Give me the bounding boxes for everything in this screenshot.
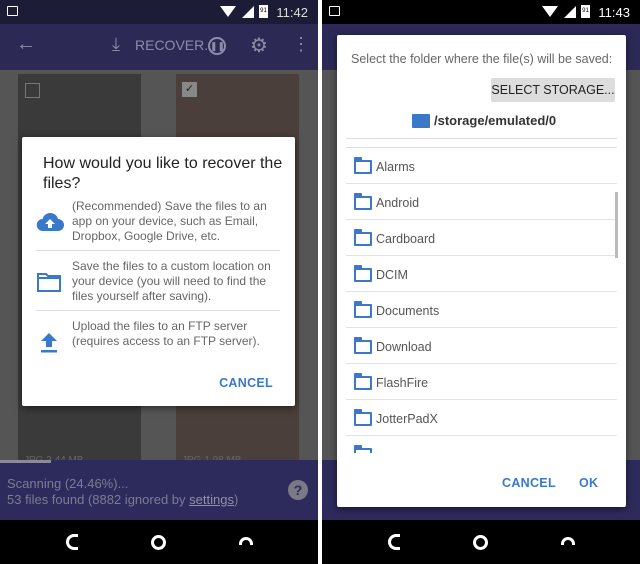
dialog-title: How would you like to recover the files? [43,155,283,192]
signal-icon [564,6,576,18]
recover-method-dialog: How would you like to recover the files?… [22,137,295,406]
option-text: Upload the files to an FTP server (requi… [72,319,260,348]
folder-icon [354,373,372,390]
folder-name: Android [376,196,420,210]
folder-item[interactable] [346,436,617,453]
folder-name: JotterPadX [376,412,438,426]
nav-bar [0,520,318,564]
back-arrow-icon[interactable]: ← [16,33,36,56]
folder-icon [36,271,64,297]
left-screen: 91 11:42 ← ⤓ RECOVER... ❚❚ ⚙ ⋮ JPG 2.44 … [0,0,318,564]
dialog-message: Select the folder where the file(s) will… [351,52,613,66]
scan-status-panel: Scanning (24.46%)... 53 files found (888… [0,460,318,520]
files-found-text: 53 files found (8882 ignored by settings… [7,492,238,507]
scanning-text: Scanning (24.46%)... [7,476,129,491]
wifi-icon [542,6,558,17]
folder-list[interactable]: Alarms Android Cardboard DCIM Documents Downl… [346,148,617,453]
folder-name: Alarms [376,160,415,174]
option-ftp[interactable]: Upload the files to an FTP server (requi… [36,319,280,371]
upload-icon [36,331,64,357]
folder-icon [354,337,372,354]
nav-bar [322,520,640,564]
folder-picker-dialog: Select the folder where the file(s) will… [337,35,626,507]
folder-icon [354,157,372,174]
download-icon[interactable]: ⤓ [112,34,120,55]
nav-home-icon[interactable] [151,535,166,550]
battery-icon: 91 [581,5,590,18]
current-path: /storage/emulated/0 [434,113,557,128]
folder-item[interactable]: DCIM [346,256,617,292]
folder-item[interactable]: JotterPadX [346,400,617,436]
settings-link[interactable]: settings [189,492,234,507]
scan-progress-bar [0,460,51,463]
folder-icon [412,114,430,128]
nav-back-icon[interactable] [66,534,78,550]
status-bar: 91 11:43 [322,0,640,24]
gear-icon[interactable]: ⚙ [250,33,268,58]
image-notification-icon [7,6,18,16]
battery-icon: 91 [259,5,268,18]
nav-recents-icon[interactable] [561,537,575,545]
clock: 11:43 [598,5,630,20]
folder-item[interactable]: Download [346,328,617,364]
more-vert-icon[interactable]: ⋮ [292,34,310,55]
pause-icon[interactable]: ❚❚ [208,37,226,55]
right-screen: 91 11:43 Select the folder where the fil… [322,0,640,564]
image-notification-icon [329,6,340,16]
folder-item[interactable]: Cardboard [346,220,617,256]
status-bar: 91 11:42 [0,0,318,24]
folder-name: FlashFire [376,376,429,390]
ok-button[interactable]: OK [579,476,598,490]
folder-icon [354,409,372,426]
wifi-icon [220,6,236,17]
folder-item[interactable]: Documents [346,292,617,328]
checkbox-checked[interactable]: ✓ [182,82,197,97]
nav-back-icon[interactable] [388,534,400,550]
checkbox[interactable] [25,83,40,98]
nav-home-icon[interactable] [473,535,488,550]
help-icon[interactable]: ? [288,480,308,500]
signal-icon [242,6,254,18]
option-share-app[interactable]: (Recommended) Save the files to an app o… [36,199,280,251]
cancel-button[interactable]: CANCEL [219,376,273,390]
folder-name: Download [376,340,432,354]
folder-icon [354,265,372,282]
folder-name: Cardboard [376,232,436,246]
toolbar: ← ⤓ RECOVER... ❚❚ ⚙ ⋮ [0,24,318,70]
folder-item[interactable]: Android [346,184,617,220]
clock: 11:42 [276,5,308,20]
recover-button[interactable]: RECOVER... [135,37,216,53]
option-text: (Recommended) Save the files to an app o… [72,199,267,243]
option-text: Save the files to a custom location on y… [72,259,271,303]
folder-name: DCIM [376,268,408,282]
nav-recents-icon[interactable] [239,537,253,545]
folder-item[interactable]: Alarms [346,148,617,184]
folder-name: Documents [376,304,440,318]
divider [346,138,617,139]
folder-icon [354,445,372,453]
found-suffix: ) [233,492,239,507]
folder-icon [354,193,372,210]
folder-icon [354,301,372,318]
scrollbar[interactable] [615,192,618,258]
cancel-button[interactable]: CANCEL [502,476,556,490]
option-custom-location[interactable]: Save the files to a custom location on y… [36,259,280,311]
cloud-upload-icon [36,211,64,237]
select-storage-button[interactable]: SELECT STORAGE... [491,78,615,102]
folder-item[interactable]: FlashFire [346,364,617,400]
folder-icon [354,229,372,246]
found-prefix: 53 files found (8882 ignored by [7,492,190,507]
